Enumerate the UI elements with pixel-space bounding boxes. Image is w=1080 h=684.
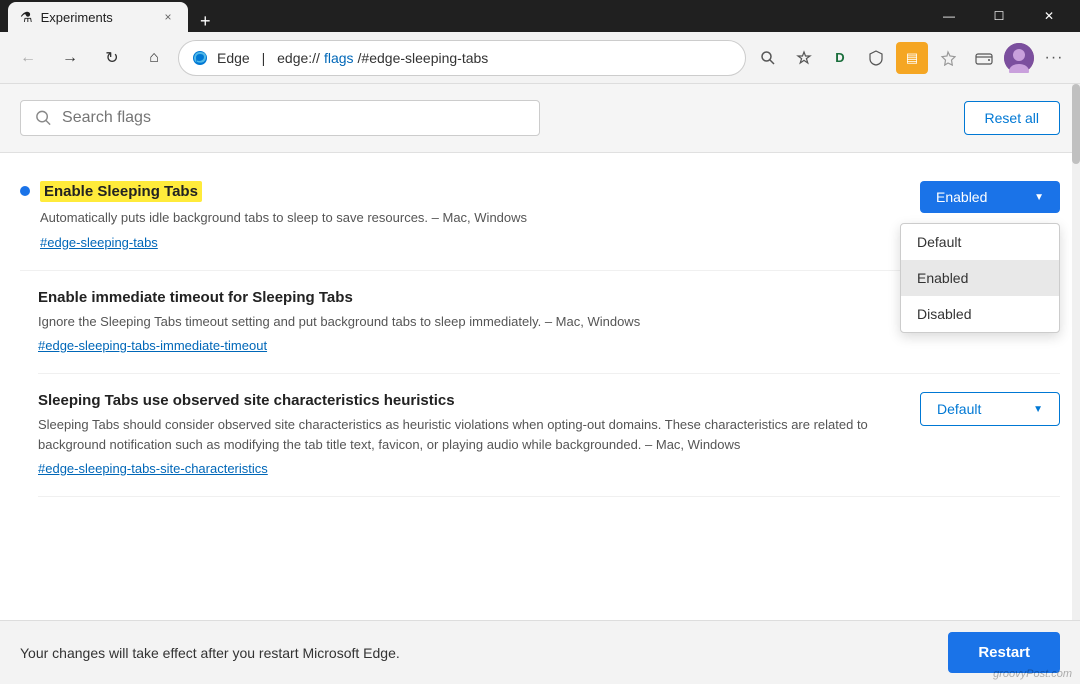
refresh-button[interactable]: ↻: [94, 40, 130, 76]
maximize-button[interactable]: ☐: [976, 0, 1022, 32]
flag1-description: Automatically puts idle background tabs …: [40, 208, 900, 228]
flag2-link[interactable]: #edge-sleeping-tabs-immediate-timeout: [38, 338, 267, 353]
minimize-button[interactable]: —: [926, 0, 972, 32]
home-icon: ⌂: [149, 49, 159, 67]
flag3-dropdown-value: Default: [937, 401, 981, 417]
navbar: ← → ↻ ⌂ Edge | edge://flags/#edge-sleepi…: [0, 32, 1080, 84]
doccheck-icon-button[interactable]: D: [824, 42, 856, 74]
address-bar[interactable]: Edge | edge://flags/#edge-sleeping-tabs: [178, 40, 746, 76]
back-icon: ←: [20, 49, 36, 67]
flag3-dropdown-button[interactable]: Default ▼: [920, 392, 1060, 426]
reset-all-button[interactable]: Reset all: [964, 101, 1060, 135]
wallet-icon-button[interactable]: [968, 42, 1000, 74]
search-input[interactable]: [62, 109, 525, 127]
close-tab-button[interactable]: ×: [160, 9, 176, 25]
tab-area: ⚗ Experiments × +: [8, 0, 219, 32]
restart-button[interactable]: Restart: [948, 632, 1060, 673]
dropdown-option-default[interactable]: Default: [901, 224, 1059, 260]
search-icon: [35, 109, 52, 127]
home-button[interactable]: ⌂: [136, 40, 172, 76]
footer-text: Your changes will take effect after you …: [20, 645, 400, 661]
collections-icon-button[interactable]: ▤: [896, 42, 928, 74]
flag2-title: Enable immediate timeout for Sleeping Ta…: [38, 289, 900, 306]
flag3-description: Sleeping Tabs should consider observed s…: [38, 415, 900, 454]
tab-label: Experiments: [41, 10, 113, 25]
flag3-title: Sleeping Tabs use observed site characte…: [38, 392, 900, 409]
flag1-dropdown-arrow: ▼: [1034, 192, 1044, 203]
flag-dot: [20, 186, 30, 196]
search-icon-button[interactable]: [752, 42, 784, 74]
favorites-icon-button[interactable]: [788, 42, 820, 74]
dropdown-option-disabled[interactable]: Disabled: [901, 296, 1059, 332]
flag1-link[interactable]: #edge-sleeping-tabs: [40, 235, 158, 250]
flag3-link[interactable]: #edge-sleeping-tabs-site-characteristics: [38, 461, 268, 476]
flag1-title-text: Enable Sleeping Tabs: [40, 181, 202, 202]
flag2-content: Enable immediate timeout for Sleeping Ta…: [38, 289, 920, 356]
url-flags: flags: [324, 50, 354, 66]
url-prefix: edge://: [277, 50, 320, 66]
watermark: groovyPost.com: [993, 668, 1072, 680]
flag1-content: Enable Sleeping Tabs Automatically puts …: [40, 181, 920, 252]
flag-item-sleeping-tabs: Enable Sleeping Tabs Automatically puts …: [20, 163, 1060, 271]
flag3-dropdown-arrow: ▼: [1033, 404, 1043, 415]
flag2-description: Ignore the Sleeping Tabs timeout setting…: [38, 312, 900, 332]
edge-logo-icon: [191, 49, 209, 67]
new-tab-button[interactable]: +: [192, 11, 219, 32]
shield-icon-button[interactable]: [860, 42, 892, 74]
main-content: Reset all Enable Sleeping Tabs Automatic…: [0, 84, 1080, 684]
flag-item-site-characteristics: Sleeping Tabs use observed site characte…: [38, 374, 1060, 497]
avatar[interactable]: [1004, 43, 1034, 73]
forward-icon: →: [62, 49, 78, 67]
refresh-icon: ↻: [105, 48, 118, 68]
sidebar-icon-button[interactable]: [932, 42, 964, 74]
search-wrapper[interactable]: [20, 100, 540, 136]
brand-label: Edge: [217, 50, 250, 66]
tab-icon: ⚗: [20, 9, 33, 26]
more-options-button[interactable]: ···: [1038, 42, 1070, 74]
url-hash: /#edge-sleeping-tabs: [358, 50, 489, 66]
flag1-dropdown-button[interactable]: Enabled ▼: [920, 181, 1060, 213]
flag1-title: Enable Sleeping Tabs: [40, 181, 900, 202]
flag1-dropdown-value: Enabled: [936, 189, 987, 205]
scrollbar[interactable]: [1072, 84, 1080, 620]
titlebar: ⚗ Experiments × + — ☐ ✕: [0, 0, 1080, 32]
address-text: Edge | edge://flags/#edge-sleeping-tabs: [217, 50, 488, 66]
flag1-control: Enabled ▼ Default Enabled Disabled: [920, 181, 1060, 213]
close-window-button[interactable]: ✕: [1026, 0, 1072, 32]
flag3-content: Sleeping Tabs use observed site characte…: [38, 392, 920, 478]
flags-list: Enable Sleeping Tabs Automatically puts …: [0, 153, 1080, 555]
back-button[interactable]: ←: [10, 40, 46, 76]
forward-button[interactable]: →: [52, 40, 88, 76]
dropdown-option-enabled[interactable]: Enabled: [901, 260, 1059, 296]
flags-header: Reset all: [0, 84, 1080, 153]
active-tab[interactable]: ⚗ Experiments ×: [8, 2, 188, 32]
flag1-dropdown-menu: Default Enabled Disabled: [900, 223, 1060, 333]
flags-container: Reset all Enable Sleeping Tabs Automatic…: [0, 84, 1080, 620]
window-controls: — ☐ ✕: [926, 0, 1072, 32]
footer-bar: Your changes will take effect after you …: [0, 620, 1080, 684]
flag3-control: Default ▼: [920, 392, 1060, 426]
separator: |: [262, 50, 266, 66]
scrollbar-thumb[interactable]: [1072, 84, 1080, 164]
nav-icons: D ▤ ···: [752, 42, 1070, 74]
